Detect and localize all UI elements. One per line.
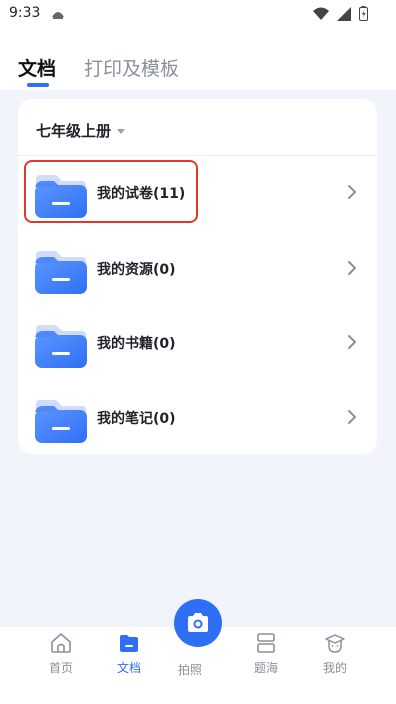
status-icons: [313, 6, 368, 25]
nav-label: 我的: [322, 661, 347, 675]
nav-label: 文档: [116, 661, 141, 675]
tab-documents[interactable]: 文档: [18, 54, 56, 81]
chevron-right-icon: [348, 410, 356, 424]
folder-label: 我的试卷(11): [97, 186, 186, 202]
chevron-right-icon: [348, 335, 356, 349]
grade-selector-label: 七年级上册: [36, 122, 112, 140]
header-tabs: 文档 打印及模板: [0, 30, 396, 90]
camera-icon: [188, 613, 208, 632]
nav-profile[interactable]: 我的: [305, 627, 365, 687]
folder-row-notes[interactable]: 我的笔记(0): [18, 381, 377, 455]
camera-button[interactable]: [174, 599, 222, 647]
document-folder-icon: [120, 635, 138, 652]
home-icon: [51, 633, 71, 653]
nav-question-bank[interactable]: 题海: [236, 627, 296, 687]
tab-active-indicator: [27, 83, 49, 87]
folder-icon: [35, 175, 87, 218]
folder-row-exams[interactable]: 我的试卷(11): [18, 156, 377, 230]
tab-print-templates[interactable]: 打印及模板: [84, 54, 179, 81]
question-bank-icon: [257, 633, 275, 653]
folder-card: 七年级上册 我的试卷(11) 我的资源(0) 我的书籍(0) 我的笔记(0): [18, 99, 377, 454]
status-bar: 9:33: [0, 0, 396, 30]
folder-icon: [35, 251, 87, 294]
chevron-right-icon: [348, 185, 356, 199]
folder-icon: [35, 325, 87, 368]
battery-icon: [359, 6, 368, 25]
folder-label: 我的笔记(0): [97, 411, 176, 427]
grade-selector[interactable]: 七年级上册: [36, 120, 126, 141]
notification-icon: [50, 6, 66, 25]
dropdown-caret-icon: [117, 128, 126, 134]
folder-label: 我的资源(0): [97, 262, 176, 278]
profile-icon: [325, 634, 345, 653]
nav-label-camera: 拍照: [178, 663, 203, 677]
wifi-icon: [313, 6, 329, 25]
folder-icon: [35, 400, 87, 443]
nav-home[interactable]: 首页: [31, 627, 91, 687]
nav-documents[interactable]: 文档: [99, 627, 159, 687]
nav-label: 首页: [48, 661, 73, 675]
folder-row-resources[interactable]: 我的资源(0): [18, 232, 377, 306]
folder-row-books[interactable]: 我的书籍(0): [18, 306, 377, 380]
nav-label: 题海: [253, 661, 278, 675]
signal-icon: [337, 6, 351, 25]
chevron-right-icon: [348, 261, 356, 275]
folder-label: 我的书籍(0): [97, 336, 176, 352]
status-time: 9:33: [9, 5, 41, 21]
